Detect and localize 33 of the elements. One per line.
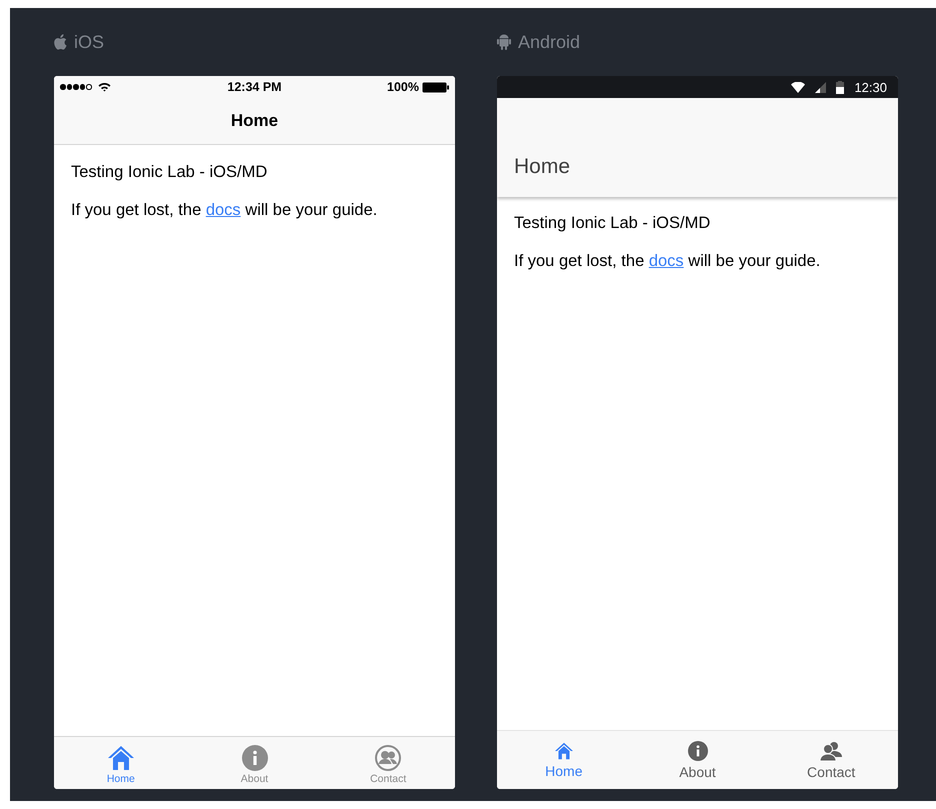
android-icon: [497, 34, 511, 50]
apple-icon: [54, 34, 67, 50]
people-icon: [375, 745, 402, 771]
battery-icon: [836, 80, 844, 94]
wifi-icon: [98, 82, 110, 92]
battery-icon: [422, 82, 450, 92]
tab[interactable]: Contact: [321, 737, 455, 789]
home-icon: [108, 745, 134, 771]
heading-text: Testing Ionic Lab - iOS/MD: [514, 214, 712, 233]
home-icon: [554, 742, 574, 760]
status-time: 12:30: [854, 80, 887, 94]
heading-text: Testing Ionic Lab - iOS/MD: [71, 163, 268, 182]
paragraph-text: If you get lost, the docs will be your guide.: [71, 201, 378, 220]
platform-label: iOS: [74, 32, 104, 52]
signal-icon: [60, 84, 92, 90]
page-title: Home: [514, 155, 570, 179]
info-icon: [242, 745, 268, 771]
page-title: Home: [230, 111, 278, 131]
tab[interactable]: Home: [497, 731, 631, 789]
people-icon: [820, 740, 842, 760]
docs-link[interactable]: docs: [206, 201, 241, 219]
paragraph-text: If you get lost, the docs will be your guide.: [514, 252, 822, 271]
battery-percent: 100%: [387, 80, 420, 94]
signal-icon: [815, 82, 826, 92]
tab[interactable]: About: [188, 737, 322, 789]
tab[interactable]: Home: [54, 737, 188, 789]
info-icon: [688, 740, 708, 760]
status-time: 12:34 PM: [226, 80, 283, 94]
wifi-icon: [791, 82, 806, 92]
docs-link[interactable]: docs: [648, 252, 684, 270]
tab[interactable]: About: [630, 731, 764, 789]
platform-label: Android: [518, 32, 580, 52]
tab[interactable]: Contact: [764, 731, 898, 789]
